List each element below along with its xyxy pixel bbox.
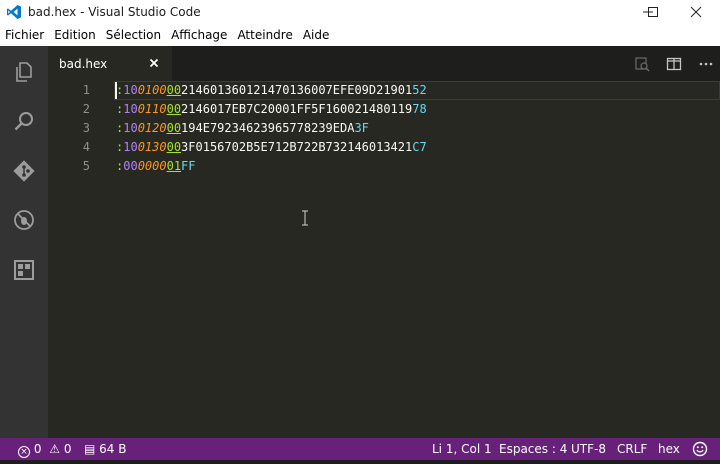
address: 0100	[137, 83, 167, 97]
menu-edition[interactable]: Edition	[49, 28, 101, 42]
debug-icon	[14, 210, 34, 230]
more-actions-button[interactable]	[698, 56, 714, 72]
code-line: 2 :100110002146017EB7C20001FF5F160021480…	[48, 100, 720, 119]
more-icon	[699, 62, 713, 66]
byte-count: 10	[123, 83, 138, 97]
explorer-icon	[16, 62, 32, 82]
byte-count: 00	[123, 159, 138, 173]
data-bytes: 214601360121470136007EFE09D21901	[181, 83, 413, 97]
search-icon	[14, 112, 33, 131]
extensions-icon	[14, 260, 34, 280]
editor-area: bad.hex 1:10010000214601360121470136007…	[48, 46, 720, 438]
maximize-button[interactable]	[631, 0, 675, 24]
address: 0000	[137, 159, 167, 173]
code-line: 4 :100130003F0156702B5E712B722B732146013…	[48, 138, 720, 157]
file-icon: ▤	[84, 442, 96, 456]
tab-label: bad.hex	[59, 56, 108, 71]
line-text: :10010000214601360121470136007EFE09D2190…	[116, 81, 427, 100]
data-bytes: 194E79234623965778239EDA	[181, 121, 355, 135]
data-bytes: 3F0156702B5E712B722B732146013421	[181, 140, 413, 154]
address: 0110	[137, 102, 167, 116]
title-bar: bad.hex - Visual Studio Code	[0, 0, 720, 24]
tab-bad-hex[interactable]: bad.hex	[48, 46, 172, 81]
menu-atteindre[interactable]: Atteindre	[232, 28, 297, 42]
checksum: FF	[181, 159, 196, 173]
encoding[interactable]: UTF-8	[571, 438, 606, 460]
checksum: 52	[412, 83, 427, 97]
file-size-indicator: ▤ 64 B	[84, 438, 127, 460]
code-line: 3 :10012000194E79234623965778239EDA3F	[48, 119, 720, 138]
indentation[interactable]: Espaces : 4	[499, 438, 567, 460]
feedback-button[interactable]	[692, 441, 708, 457]
smiley-icon	[692, 441, 708, 457]
vscode-logo-icon	[7, 5, 21, 19]
text-cursor	[115, 82, 117, 99]
close-icon	[690, 6, 702, 18]
line-number: 3	[82, 121, 90, 135]
git-icon	[13, 160, 35, 182]
tab-close-button[interactable]	[146, 55, 162, 71]
file-size: 64 B	[99, 442, 127, 456]
activity-bar	[0, 46, 48, 438]
menu-aide[interactable]: Aide	[298, 28, 335, 42]
error-count: 0	[33, 442, 42, 456]
menu-fichier[interactable]: Fichier	[0, 28, 49, 42]
byte-count: 10	[123, 121, 138, 135]
record-type: 00	[166, 121, 182, 135]
maximize-icon	[648, 7, 658, 17]
error-icon: ×	[18, 446, 30, 458]
code-line: 5 :00000001FF	[48, 157, 720, 176]
line-number: 4	[82, 140, 90, 154]
data-bytes: 2146017EB7C20001FF5F160021480119	[181, 102, 413, 116]
checksum: 78	[412, 102, 427, 116]
problems-indicator[interactable]: × 0 ⚠ 0	[18, 438, 72, 460]
address: 0130	[137, 140, 167, 154]
language-mode[interactable]: hex	[658, 438, 680, 460]
code-line: 1 :10010000214601360121470136007EFE09D21…	[48, 81, 720, 100]
end-of-line[interactable]: CRLF	[617, 438, 647, 460]
byte-count: 10	[123, 102, 138, 116]
checksum: 3F	[354, 121, 369, 135]
menu-bar: Fichier Edition Sélection Affichage Atte…	[0, 24, 720, 46]
line-number: 2	[82, 102, 90, 116]
extensions-button[interactable]	[0, 246, 48, 294]
line-number: 5	[82, 159, 90, 173]
source-control-button[interactable]	[0, 147, 48, 195]
close-icon	[149, 58, 159, 68]
address: 0120	[137, 121, 167, 135]
record-type: 00	[166, 102, 182, 116]
window-title: bad.hex - Visual Studio Code	[28, 5, 201, 19]
warning-count: 0	[63, 442, 72, 456]
status-bar: × 0 ⚠ 0 ▤ 64 B Li 1, Col 1 Espaces : 4 U…	[0, 438, 720, 460]
split-editor-button[interactable]	[666, 56, 682, 72]
search-button[interactable]	[0, 97, 48, 145]
line-text: :100130003F0156702B5E712B722B73214601342…	[116, 138, 427, 157]
ibeam-cursor-icon	[302, 210, 308, 226]
line-text: :00000001FF	[116, 157, 196, 176]
record-type: 00	[166, 140, 182, 154]
byte-count: 10	[123, 140, 138, 154]
split-editor-icon	[666, 57, 682, 71]
line-text: :10012000194E79234623965778239EDA3F	[116, 119, 369, 138]
menu-selection[interactable]: Sélection	[101, 28, 166, 42]
menu-affichage[interactable]: Affichage	[166, 28, 232, 42]
open-changes-icon	[635, 57, 650, 72]
explorer-button[interactable]	[0, 48, 48, 96]
checksum: C7	[412, 140, 427, 154]
line-text: :100110002146017EB7C20001FF5F16002148011…	[116, 100, 427, 119]
open-changes-button[interactable]	[634, 56, 650, 72]
record-type: 00	[166, 83, 182, 97]
close-window-button[interactable]	[672, 0, 720, 24]
cursor-position[interactable]: Li 1, Col 1	[432, 438, 492, 460]
tab-bar: bad.hex	[48, 46, 720, 81]
line-number: 1	[82, 83, 90, 97]
warning-icon: ⚠	[49, 442, 61, 456]
record-type: 01	[166, 159, 182, 173]
debug-button[interactable]	[0, 196, 48, 244]
